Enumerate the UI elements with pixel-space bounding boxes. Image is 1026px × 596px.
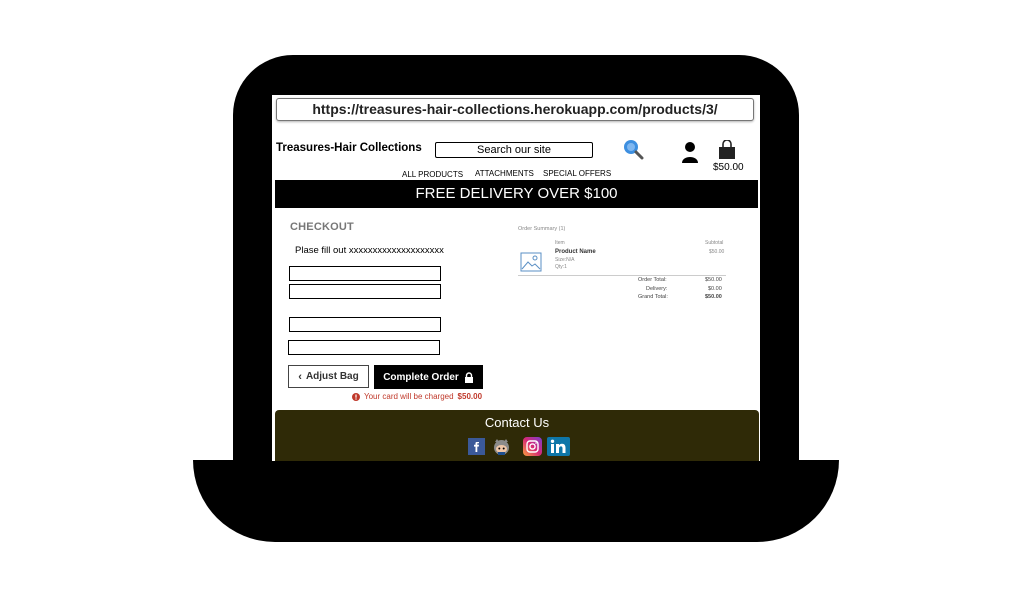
delivery-banner: FREE DELIVERY OVER $100	[275, 180, 758, 208]
laptop-base	[193, 460, 839, 542]
nav-special-offers[interactable]: SPECIAL OFFERS	[543, 169, 611, 178]
form-field-1[interactable]	[289, 266, 441, 281]
subtotal-header: Subtotal	[705, 240, 724, 246]
alert-icon	[352, 392, 360, 401]
github-icon[interactable]	[492, 437, 511, 456]
product-qty: Qty:1	[555, 264, 567, 270]
brand-logo[interactable]: Treasures-Hair Collections	[276, 142, 422, 154]
bag-total[interactable]: $50.00	[713, 162, 744, 173]
product-subtotal: $50.00	[709, 249, 725, 255]
grand-total-label: Grand Total:	[638, 294, 668, 300]
adjust-bag-button[interactable]: ‹ Adjust Bag	[288, 365, 369, 388]
product-size: Size:N/A	[555, 257, 575, 263]
linkedin-icon[interactable]	[547, 437, 570, 456]
grand-total-value: $50.00	[705, 294, 722, 300]
user-icon[interactable]	[680, 141, 700, 163]
charge-amount: $50.00	[457, 392, 483, 401]
summary-divider	[518, 275, 726, 276]
checkout-instruction: Plase fill out xxxxxxxxxxxxxxxxxxxx	[295, 245, 444, 256]
charge-text: Your card will be charged	[364, 392, 454, 401]
item-header: Item	[555, 240, 565, 246]
order-total-label: Order Total:	[638, 277, 667, 283]
footer-title: Contact Us	[484, 415, 550, 430]
adjust-bag-label: Adjust Bag	[305, 371, 359, 382]
form-field-2[interactable]	[289, 284, 441, 299]
charge-notice: Your card will be charged $50.00	[352, 392, 482, 401]
page-title: CHECKOUT	[290, 221, 354, 233]
browser-screen: https://treasures-hair-collections.herok…	[272, 95, 760, 461]
form-field-3[interactable]	[289, 317, 441, 332]
nav-all-products[interactable]: ALL PRODUCTS	[402, 170, 463, 179]
instagram-icon[interactable]	[523, 437, 542, 456]
order-summary-title: Order Summary (1)	[518, 226, 566, 232]
chevron-left-icon: ‹	[298, 370, 302, 383]
delivery-value: $0.00	[708, 286, 722, 292]
lock-icon	[464, 371, 473, 383]
search-icon[interactable]	[622, 138, 644, 160]
address-bar[interactable]: https://treasures-hair-collections.herok…	[276, 98, 754, 121]
image-placeholder-icon	[520, 252, 542, 272]
nav-attachments[interactable]: ATTACHMENTS	[475, 169, 534, 178]
product-name: Product Name	[555, 249, 596, 255]
complete-order-label: Complete Order	[383, 371, 459, 383]
shopping-bag-icon[interactable]	[717, 140, 737, 160]
complete-order-button[interactable]: Complete Order	[374, 365, 483, 389]
search-input[interactable]: Search our site	[435, 142, 593, 158]
footer: Contact Us	[275, 410, 759, 461]
delivery-label: Delivery:	[646, 286, 668, 292]
facebook-icon[interactable]	[468, 438, 485, 455]
form-field-4[interactable]	[288, 340, 440, 355]
order-total-value: $50.00	[705, 277, 722, 283]
